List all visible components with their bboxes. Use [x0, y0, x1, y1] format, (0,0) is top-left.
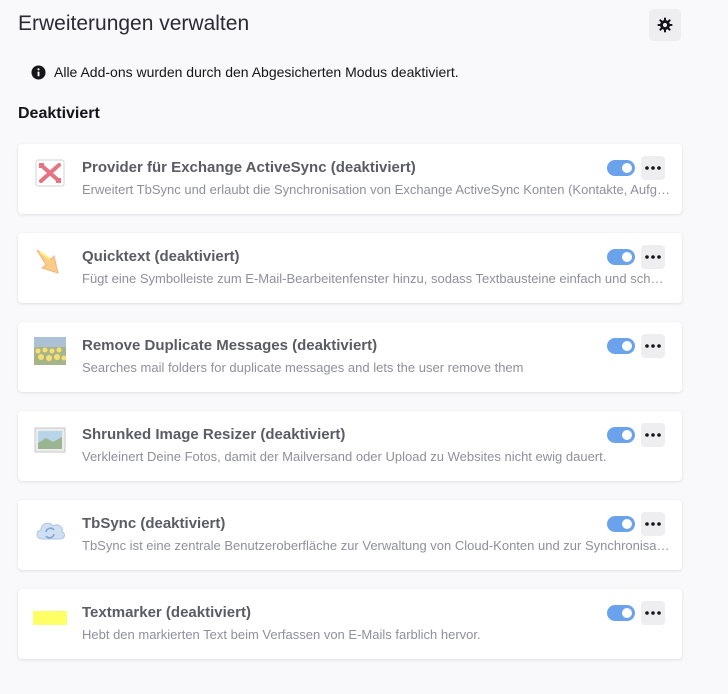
enable-toggle[interactable]: [607, 160, 635, 176]
addon-name: Provider für Exchange ActiveSync (deakti…: [82, 159, 416, 176]
addon-description: Searches mail folders for duplicate mess…: [82, 360, 524, 375]
notice-text: Alle Add-ons wurden durch den Abgesicher…: [54, 64, 459, 80]
more-icon: [645, 255, 661, 259]
addon-description: Erweitert TbSync und erlaubt die Synchro…: [82, 182, 670, 197]
addon-description: Verkleinert Deine Fotos, damit der Mailv…: [82, 449, 607, 464]
addon-name: Shrunked Image Resizer (deaktiviert): [82, 426, 346, 443]
toggle-knob: [622, 341, 632, 351]
addon-card[interactable]: TbSync (deaktiviert) TbSync ist eine zen…: [18, 500, 682, 570]
cloud-sync-icon: [33, 514, 67, 544]
enable-toggle[interactable]: [607, 427, 635, 443]
addon-description: Hebt den markierten Text beim Verfassen …: [82, 627, 481, 642]
enable-toggle[interactable]: [607, 249, 635, 265]
toggle-knob: [622, 519, 632, 529]
more-icon: [645, 522, 661, 526]
toggle-knob: [622, 163, 632, 173]
addon-card[interactable]: Shrunked Image Resizer (deaktiviert) Ver…: [18, 411, 682, 481]
addon-description: Fügt eine Symbolleiste zum E-Mail-Bearbe…: [82, 271, 670, 286]
addon-name: Quicktext (deaktiviert): [82, 248, 240, 265]
addon-list: Provider für Exchange ActiveSync (deakti…: [18, 144, 682, 678]
addon-card[interactable]: Textmarker (deaktiviert) Hebt den markie…: [18, 589, 682, 659]
exchange-icon: [33, 158, 67, 188]
gear-icon: [657, 17, 673, 33]
landscape-picture-icon: [33, 425, 67, 455]
addon-card[interactable]: Provider für Exchange ActiveSync (deakti…: [18, 144, 682, 214]
info-icon: [31, 64, 46, 80]
enable-toggle[interactable]: [607, 516, 635, 532]
quicktext-icon: [33, 247, 67, 277]
more-options-button[interactable]: [641, 601, 665, 625]
more-icon: [645, 611, 661, 615]
addon-card[interactable]: Remove Duplicate Messages (deaktiviert) …: [18, 322, 682, 392]
toggle-knob: [622, 252, 632, 262]
addon-name: Remove Duplicate Messages (deaktiviert): [82, 337, 378, 354]
more-options-button[interactable]: [641, 423, 665, 447]
toggle-knob: [622, 430, 632, 440]
more-options-button[interactable]: [641, 512, 665, 536]
addon-name: TbSync (deaktiviert): [82, 515, 226, 532]
enable-toggle[interactable]: [607, 605, 635, 621]
addon-card[interactable]: Quicktext (deaktiviert) Fügt eine Symbol…: [18, 233, 682, 303]
safe-mode-notice: Alle Add-ons wurden durch den Abgesicher…: [31, 64, 459, 80]
more-options-button[interactable]: [641, 156, 665, 180]
settings-button[interactable]: [649, 9, 681, 41]
more-options-button[interactable]: [641, 334, 665, 358]
enable-toggle[interactable]: [607, 338, 635, 354]
addon-description: TbSync ist eine zentrale Benutzeroberflä…: [82, 538, 670, 553]
sunflower-field-icon: [33, 336, 67, 366]
toggle-knob: [622, 608, 632, 618]
page-title: Erweiterungen verwalten: [18, 12, 250, 35]
addon-name: Textmarker (deaktiviert): [82, 604, 251, 621]
highlighter-icon: [33, 603, 67, 633]
more-icon: [645, 344, 661, 348]
section-heading: Deaktiviert: [18, 105, 100, 122]
more-icon: [645, 166, 661, 170]
more-icon: [645, 433, 661, 437]
more-options-button[interactable]: [641, 245, 665, 269]
